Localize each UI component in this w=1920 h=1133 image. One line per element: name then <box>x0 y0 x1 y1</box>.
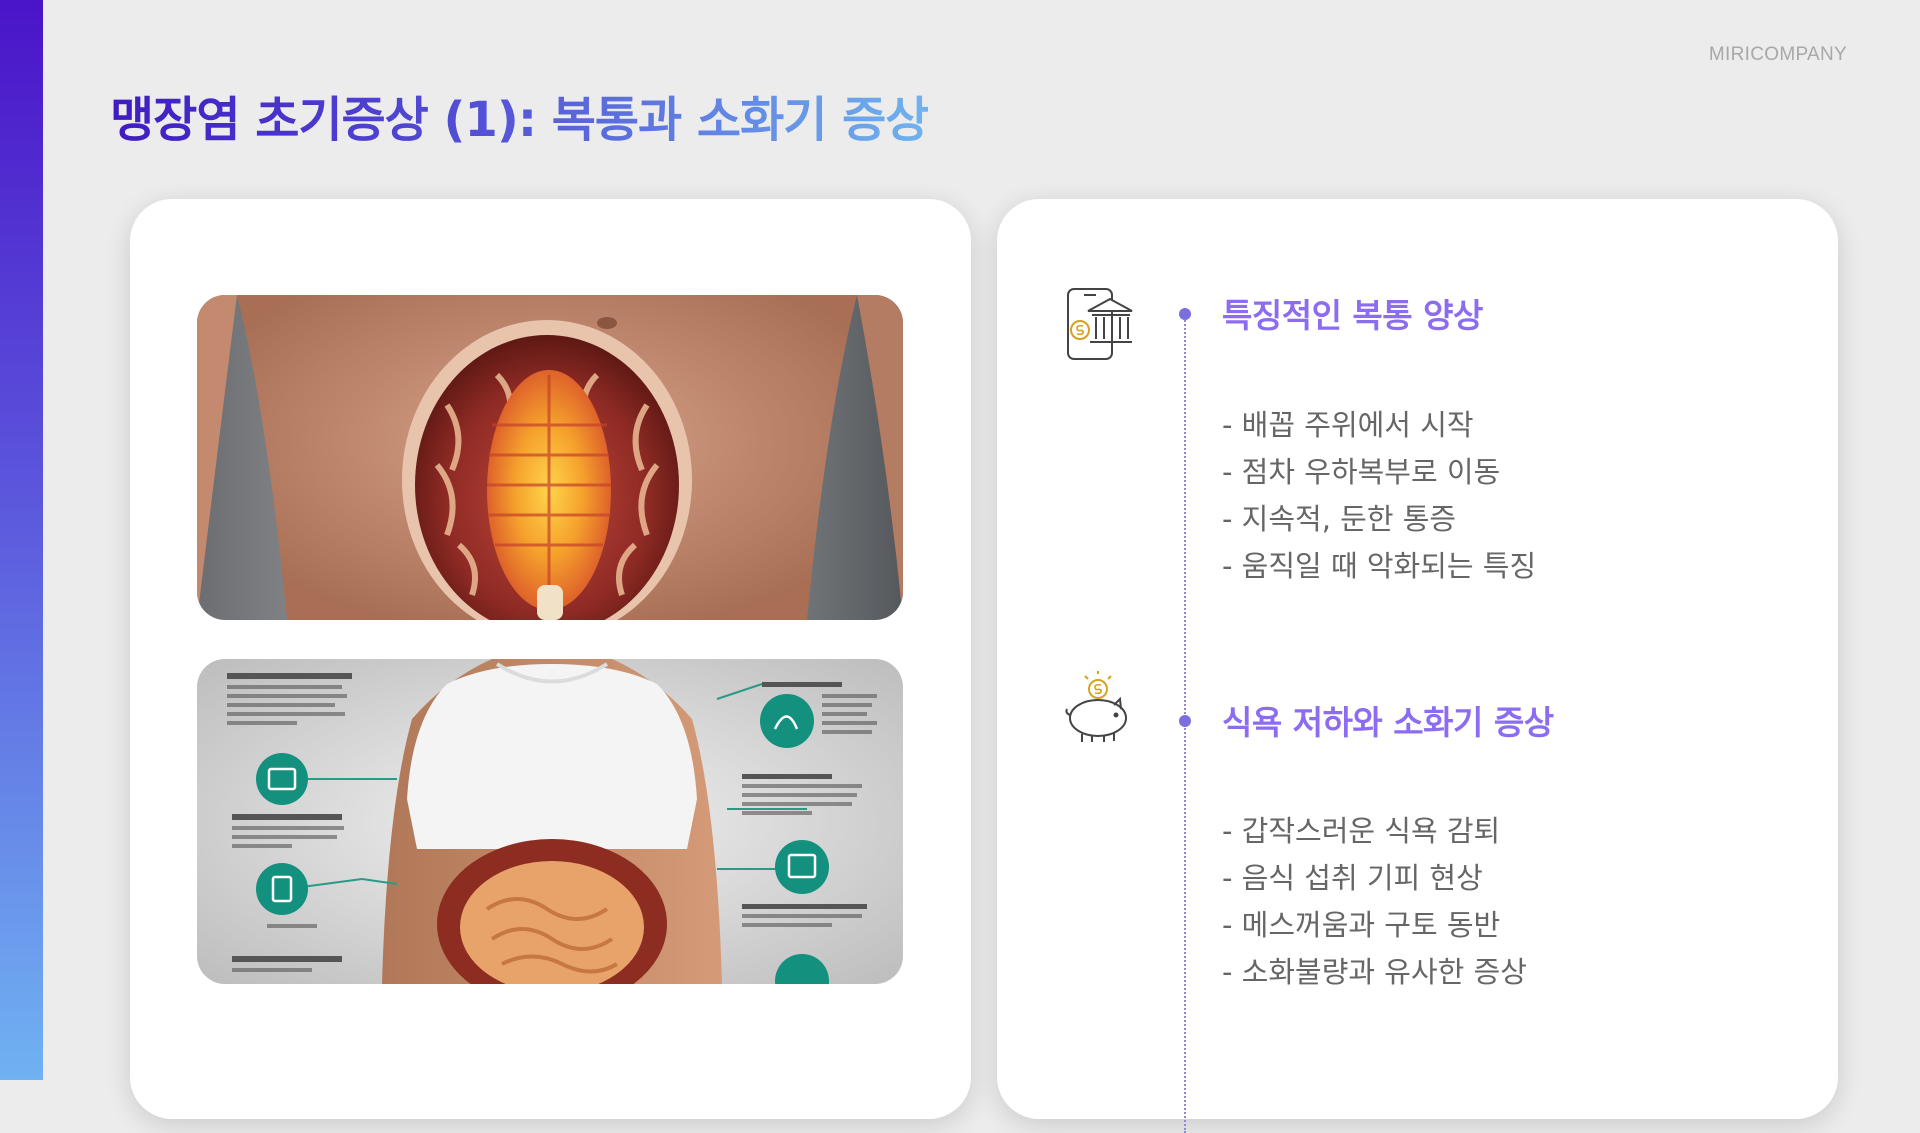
brand-label: MIRICOMPANY <box>1708 44 1847 65</box>
list-item: - 메스꺼움과 구토 동반 <box>1222 908 1501 942</box>
list-item: - 움직일 때 악화되는 특징 <box>1222 549 1537 583</box>
list-item: - 점차 우하복부로 이동 <box>1222 455 1501 489</box>
abdomen-cross-section-image <box>197 295 903 620</box>
symptom-list: - 갑작스러운 식욕 감퇴 - 음식 섭취 기피 현상 - 메스꺼움과 구토 동… <box>1222 808 1527 996</box>
list-item: - 지속적, 둔한 통증 <box>1222 502 1457 536</box>
timeline-dot <box>1179 715 1191 727</box>
list-item: - 음식 섭취 기피 현상 <box>1222 861 1483 895</box>
section-title: 특징적인 복통 양상 <box>1222 296 1483 335</box>
piggy-bank-icon <box>1064 671 1136 751</box>
list-item: - 갑작스러운 식욕 감퇴 <box>1222 814 1501 848</box>
list-item: - 배꼽 주위에서 시작 <box>1222 408 1474 442</box>
list-item: - 소화불량과 유사한 증상 <box>1222 955 1527 989</box>
accent-bar <box>0 0 43 1080</box>
section-title: 식욕 저하와 소화기 증상 <box>1222 703 1554 742</box>
symptoms-card: 특징적인 복통 양상 - 배꼽 주위에서 시작 - 점차 우하복부로 이동 - … <box>997 199 1838 1133</box>
mobile-bank-icon <box>1064 287 1136 365</box>
timeline-dot <box>1179 308 1191 320</box>
page-title: 맹장염 초기증상 (1): 복통과 소화기 증상 <box>110 80 929 150</box>
image-card <box>130 199 971 1119</box>
symptom-list: - 배꼽 주위에서 시작 - 점차 우하복부로 이동 - 지속적, 둔한 통증 … <box>1222 402 1536 590</box>
digestive-infographic-image <box>197 659 903 984</box>
